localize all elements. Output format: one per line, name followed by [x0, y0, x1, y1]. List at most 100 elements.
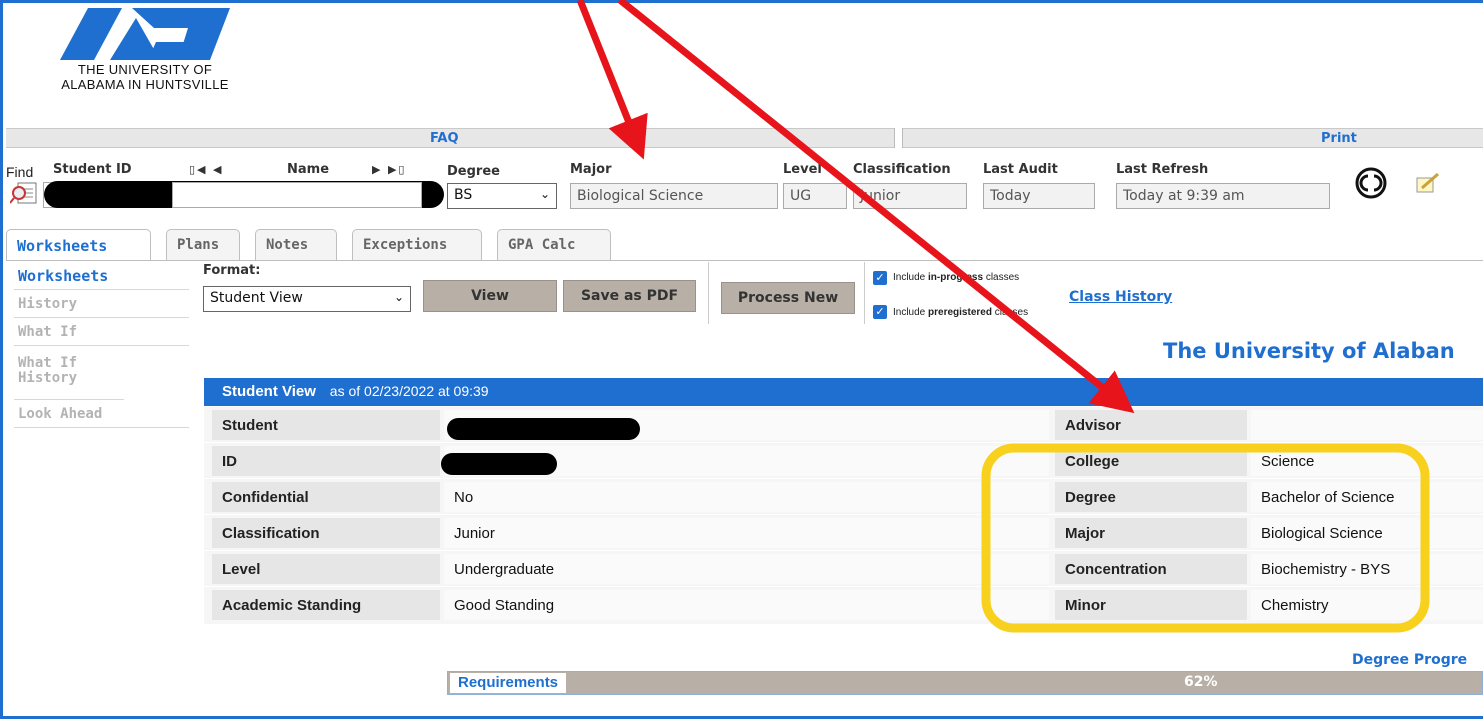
university-name: THE UNIVERSITY OF ALABAMA IN HUNTSVILLE [30, 62, 260, 92]
level-field: UG [783, 183, 847, 209]
find-label: Find [6, 164, 34, 180]
include-preregistered-label: Include preregistered classes [893, 307, 1028, 318]
minor-label: Minor [1055, 590, 1247, 620]
name-label: Name [287, 162, 330, 177]
class-history-link[interactable]: Class History [1069, 289, 1172, 305]
include-prereg-prefix: Include [893, 307, 929, 318]
major-row-label: Major [1055, 518, 1247, 548]
view-button[interactable]: View [423, 280, 557, 312]
toolbar-divider [864, 262, 865, 324]
degree-row-value: Bachelor of Science [1251, 482, 1483, 512]
university-logo[interactable]: THE UNIVERSITY OF ALABAMA IN HUNTSVILLE [30, 8, 250, 118]
faq-link[interactable]: FAQ [430, 131, 459, 146]
requirements-percent: 62% [1184, 674, 1218, 690]
chevron-down-icon: ⌄ [539, 187, 550, 201]
help-bar-divider [894, 128, 903, 148]
tab-baseline [6, 260, 1483, 261]
degree-progress-heading: Degree Progre [1352, 652, 1468, 668]
classification-row-value: Junior [444, 518, 1049, 548]
uah-logo-mark [60, 8, 230, 60]
notes-edit-icon[interactable] [1414, 172, 1442, 196]
include-inprogress-bold: in-progress [928, 272, 984, 283]
degree-select[interactable]: BS ⌄ [447, 183, 557, 209]
student-view-table: Student Advisor ID College Science Confi… [204, 406, 1483, 624]
concentration-label: Concentration [1055, 554, 1247, 584]
classification-row-label: Classification [212, 518, 440, 548]
degree-label: Degree [447, 164, 500, 179]
academic-standing-value: Good Standing [444, 590, 1049, 620]
student-view-timestamp: as of 02/23/2022 at 09:39 [329, 383, 489, 399]
sidebar-item-history[interactable]: History [14, 290, 189, 318]
format-select[interactable]: Student View ⌄ [203, 286, 411, 312]
last-audit-label: Last Audit [983, 162, 1058, 177]
table-row: ID College Science [204, 442, 1483, 478]
classification-label: Classification [853, 162, 951, 177]
process-new-button[interactable]: Process New [721, 282, 855, 314]
student-name-field[interactable] [172, 182, 422, 208]
sidebar-item-worksheets[interactable]: Worksheets [14, 262, 189, 290]
table-row: Classification Junior Major Biological S… [204, 514, 1483, 550]
requirements-progress-bar: Requirements 62% [447, 671, 1483, 695]
include-inprogress-checkbox[interactable]: ✓ [873, 271, 887, 285]
include-prereg-suffix: classes [991, 307, 1029, 318]
sidebar-item-what-if-history[interactable]: What If History [14, 346, 124, 400]
student-search-icon[interactable] [10, 181, 40, 207]
logo-line-2: ALABAMA IN HUNTSVILLE [61, 77, 229, 92]
toolbar-divider [708, 262, 709, 324]
level-row-value: Undergraduate [444, 554, 1049, 584]
confidential-label: Confidential [212, 482, 440, 512]
redacted-student-name [447, 418, 640, 440]
include-inprogress-label: Include in-progress classes [893, 272, 1019, 283]
last-refresh-label: Last Refresh [1116, 162, 1209, 177]
tab-notes[interactable]: Notes [255, 229, 337, 260]
save-as-pdf-button[interactable]: Save as PDF [563, 280, 696, 312]
table-row: Academic Standing Good Standing Minor Ch… [204, 586, 1483, 622]
redacted-student-id [441, 453, 557, 475]
include-preregistered-checkbox[interactable]: ✓ [873, 305, 887, 319]
degree-select-value: BS [454, 187, 473, 203]
print-link[interactable]: Print [1321, 131, 1357, 146]
requirements-label[interactable]: Requirements [450, 673, 567, 693]
tab-gpa-calc[interactable]: GPA Calc [497, 229, 611, 260]
sidebar-item-look-ahead[interactable]: Look Ahead [14, 400, 189, 428]
tab-plans[interactable]: Plans [166, 229, 240, 260]
logo-line-1: THE UNIVERSITY OF [77, 62, 213, 77]
concentration-value: Biochemistry - BYS [1251, 554, 1483, 584]
sidebar-item-what-if[interactable]: What If [14, 318, 189, 346]
student-id-label: Student ID [53, 162, 132, 177]
academic-standing-label: Academic Standing [212, 590, 440, 620]
format-select-value: Student View [210, 290, 303, 306]
college-value: Science [1251, 446, 1483, 476]
first-prev-arrows[interactable]: ▯◀ ◀ [189, 163, 223, 176]
format-label: Format: [203, 263, 261, 278]
student-view-header: Student View as of 02/23/2022 at 09:39 [204, 378, 1483, 406]
level-label: Level [783, 162, 822, 177]
degree-row-label: Degree [1055, 482, 1247, 512]
classification-field: Junior [853, 183, 967, 209]
college-label: College [1055, 446, 1247, 476]
id-label: ID [212, 446, 440, 476]
advisor-value [1251, 410, 1483, 440]
major-field: Biological Science [570, 183, 778, 209]
chevron-down-icon: ⌄ [393, 290, 404, 304]
tab-worksheets[interactable]: Worksheets [6, 229, 151, 261]
major-row-value: Biological Science [1251, 518, 1483, 548]
worksheet-sidebar: Worksheets History What If What If Histo… [14, 262, 189, 428]
major-label: Major [570, 162, 612, 177]
table-row: Level Undergraduate Concentration Bioche… [204, 550, 1483, 586]
tab-exceptions[interactable]: Exceptions [352, 229, 482, 260]
next-last-arrows[interactable]: ▶ ▶▯ [372, 163, 406, 176]
include-inprogress-suffix: classes [983, 272, 1020, 283]
last-refresh-field: Today at 9:39 am [1116, 183, 1330, 209]
include-prereg-bold: preregistered [928, 307, 992, 318]
university-title: The University of Alaban [1163, 339, 1455, 363]
refresh-icon[interactable] [1355, 167, 1387, 199]
confidential-value: No [444, 482, 1049, 512]
table-row: Confidential No Degree Bachelor of Scien… [204, 478, 1483, 514]
minor-value: Chemistry [1251, 590, 1483, 620]
advisor-label: Advisor [1055, 410, 1247, 440]
include-inprogress-prefix: Include [893, 272, 929, 283]
student-view-title: Student View [222, 383, 316, 400]
level-row-label: Level [212, 554, 440, 584]
last-audit-field: Today [983, 183, 1095, 209]
